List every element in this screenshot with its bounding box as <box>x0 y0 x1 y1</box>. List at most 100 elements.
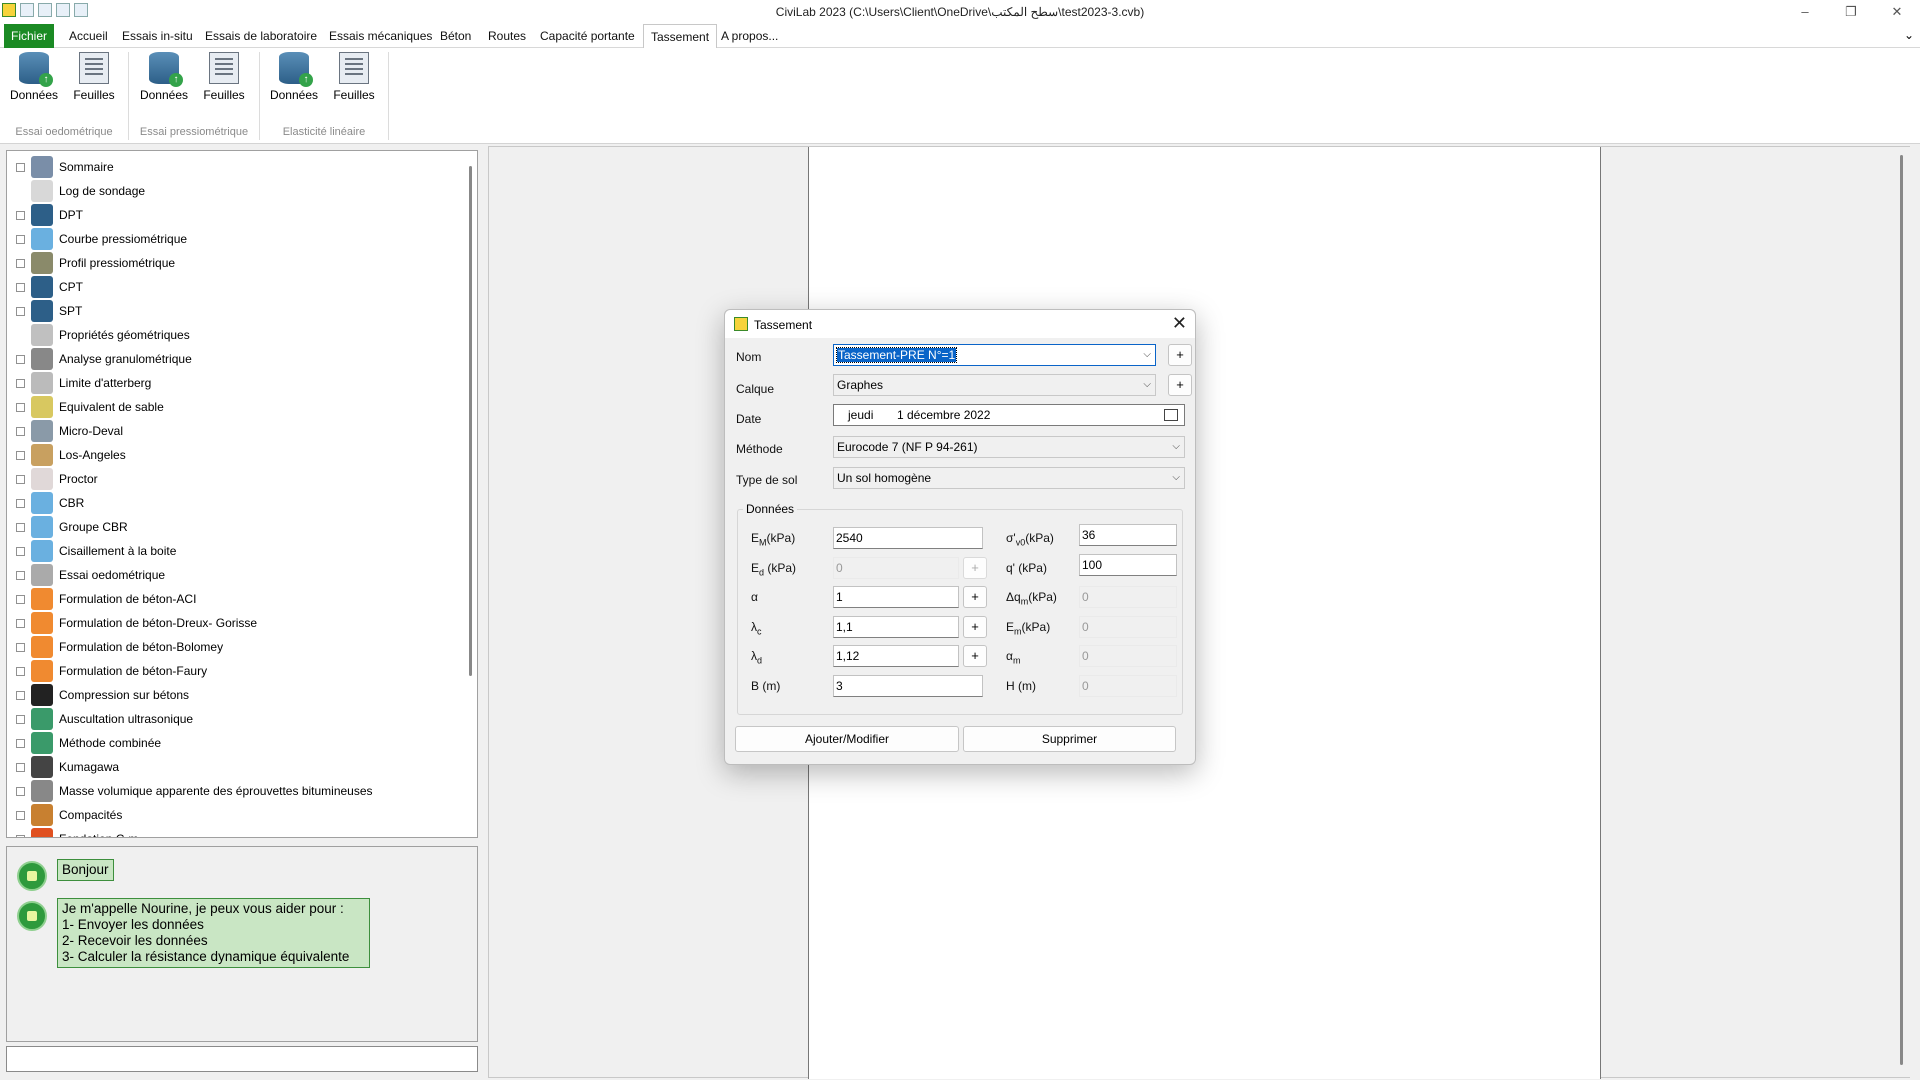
expand-icon[interactable] <box>16 786 25 796</box>
feuilles-button-oedometrique[interactable]: Feuilles <box>69 52 119 102</box>
expand-icon[interactable] <box>16 402 25 412</box>
expand-icon[interactable] <box>16 618 25 628</box>
expand-icon[interactable] <box>16 522 25 532</box>
expand-icon[interactable] <box>16 570 25 580</box>
expand-icon[interactable] <box>16 282 25 292</box>
tree-item[interactable]: Masse volumique apparente des éprouvette… <box>7 779 373 803</box>
tree-item[interactable]: Formulation de béton-Dreux- Gorisse <box>7 611 257 635</box>
expand-icon[interactable] <box>16 162 25 172</box>
tab-routes[interactable]: Routes <box>481 24 533 48</box>
tab-capacite-portante[interactable]: Capacité portante <box>533 24 642 48</box>
tab-tassement[interactable]: Tassement <box>643 24 718 49</box>
donnees-button-elasticite[interactable]: Données <box>269 52 319 102</box>
tree-item[interactable]: Propriétés géométriques <box>7 323 190 347</box>
tree-item[interactable]: CPT <box>7 275 83 299</box>
tree-item[interactable]: Formulation de béton-Faury <box>7 659 207 683</box>
left-field-input[interactable]: 1,12 <box>833 645 959 667</box>
expand-icon[interactable] <box>16 258 25 268</box>
tree-item[interactable]: Courbe pressiométrique <box>7 227 187 251</box>
right-field-input[interactable]: 36 <box>1079 524 1177 546</box>
tab-essais-in-situ[interactable]: Essais in-situ <box>115 24 200 48</box>
left-field-input[interactable]: 1 <box>833 586 959 608</box>
expand-icon[interactable] <box>16 714 25 724</box>
expand-icon[interactable] <box>16 306 25 316</box>
left-field-input[interactable]: 1,1 <box>833 616 959 638</box>
expand-icon[interactable] <box>16 738 25 748</box>
donnees-button-pressiometrique[interactable]: Données <box>139 52 189 102</box>
tree-scrollbar[interactable] <box>469 166 472 676</box>
expand-icon[interactable] <box>16 666 25 676</box>
close-window-button[interactable]: ✕ <box>1874 0 1920 24</box>
tab-fichier[interactable]: Fichier <box>4 24 55 48</box>
expand-icon[interactable] <box>16 498 25 508</box>
tree-item[interactable]: Groupe CBR <box>7 515 128 539</box>
expand-icon[interactable] <box>16 594 25 604</box>
tree-item[interactable]: Sommaire <box>7 155 114 179</box>
methode-combo[interactable]: Eurocode 7 (NF P 94-261) ⌵ <box>833 436 1185 458</box>
field-plus-button[interactable]: + <box>963 586 987 608</box>
expand-icon[interactable] <box>16 187 25 196</box>
document-scrollbar[interactable] <box>1900 155 1903 1065</box>
tree-item[interactable]: Los-Angeles <box>7 443 126 467</box>
tab-accueil[interactable]: Accueil <box>62 24 115 48</box>
expand-icon[interactable] <box>16 834 25 837</box>
calendar-icon[interactable] <box>1164 409 1178 421</box>
expand-icon[interactable] <box>16 810 25 820</box>
feuilles-button-elasticite[interactable]: Feuilles <box>329 52 379 102</box>
close-icon[interactable]: ✕ <box>1172 313 1187 334</box>
add-nom-button[interactable]: + <box>1168 344 1192 366</box>
type-sol-combo[interactable]: Un sol homogène ⌵ <box>833 467 1185 489</box>
tab-essais-mecaniques[interactable]: Essais mécaniques <box>322 24 439 48</box>
tree-item[interactable]: Cisaillement à la boite <box>7 539 176 563</box>
tree-item[interactable]: Equivalent de sable <box>7 395 164 419</box>
donnees-button-oedometrique[interactable]: Données <box>9 52 59 102</box>
restore-button[interactable]: ❐ <box>1828 0 1874 24</box>
tree-item[interactable]: DPT <box>7 203 83 227</box>
expand-icon[interactable] <box>16 378 25 388</box>
expand-icon[interactable] <box>16 426 25 436</box>
right-field-input[interactable]: 100 <box>1079 554 1177 576</box>
tree-item[interactable]: Formulation de béton-ACI <box>7 587 196 611</box>
tree-item[interactable]: Fondation C-m <box>7 827 138 837</box>
expand-icon[interactable] <box>16 210 25 220</box>
add-calque-button[interactable]: + <box>1168 374 1192 396</box>
calque-combo[interactable]: Graphes ⌵ <box>833 374 1156 396</box>
left-field-input[interactable]: 3 <box>833 675 983 697</box>
expand-icon[interactable] <box>16 642 25 652</box>
left-field-input[interactable]: 2540 <box>833 527 983 549</box>
date-picker[interactable]: jeudi 1 décembre 2022 <box>833 404 1185 426</box>
minimize-button[interactable]: – <box>1782 0 1828 24</box>
tree-item[interactable]: Formulation de béton-Bolomey <box>7 635 223 659</box>
expand-icon[interactable] <box>16 331 25 340</box>
tree-item[interactable]: Profil pressiométrique <box>7 251 175 275</box>
tree-item[interactable]: Micro-Deval <box>7 419 123 443</box>
tree-item[interactable]: Compression sur bétons <box>7 683 189 707</box>
expand-icon[interactable] <box>16 762 25 772</box>
command-input[interactable] <box>6 1046 478 1072</box>
tree-item[interactable]: Auscultation ultrasonique <box>7 707 193 731</box>
tree-item[interactable]: Analyse granulométrique <box>7 347 192 371</box>
expand-icon[interactable] <box>16 546 25 556</box>
tree-item[interactable]: SPT <box>7 299 82 323</box>
tab-a-propos[interactable]: A propos... <box>714 24 785 48</box>
tree-item[interactable]: Proctor <box>7 467 98 491</box>
project-tree[interactable]: Sommaire Log de sondage DPT Courbe pressiom… <box>6 150 478 838</box>
expand-icon[interactable] <box>16 450 25 460</box>
expand-icon[interactable] <box>16 354 25 364</box>
expand-icon[interactable] <box>16 474 25 484</box>
expand-icon[interactable] <box>16 234 25 244</box>
tab-beton[interactable]: Béton <box>433 24 478 48</box>
supprimer-button[interactable]: Supprimer <box>963 726 1176 752</box>
tab-essais-laboratoire[interactable]: Essais de laboratoire <box>198 24 324 48</box>
tree-item[interactable]: Kumagawa <box>7 755 119 779</box>
feuilles-button-pressiometrique[interactable]: Feuilles <box>199 52 249 102</box>
tree-item[interactable]: Méthode combinée <box>7 731 161 755</box>
field-plus-button[interactable]: + <box>963 616 987 638</box>
tree-item[interactable]: Log de sondage <box>7 179 145 203</box>
field-plus-button[interactable]: + <box>963 645 987 667</box>
chevron-down-icon[interactable]: ⌄ <box>1904 28 1914 42</box>
tree-item[interactable]: Limite d'atterberg <box>7 371 151 395</box>
tree-item[interactable]: CBR <box>7 491 84 515</box>
nom-combo[interactable]: Tassement-PRE N°=1 ⌵ <box>833 344 1156 366</box>
expand-icon[interactable] <box>16 690 25 700</box>
